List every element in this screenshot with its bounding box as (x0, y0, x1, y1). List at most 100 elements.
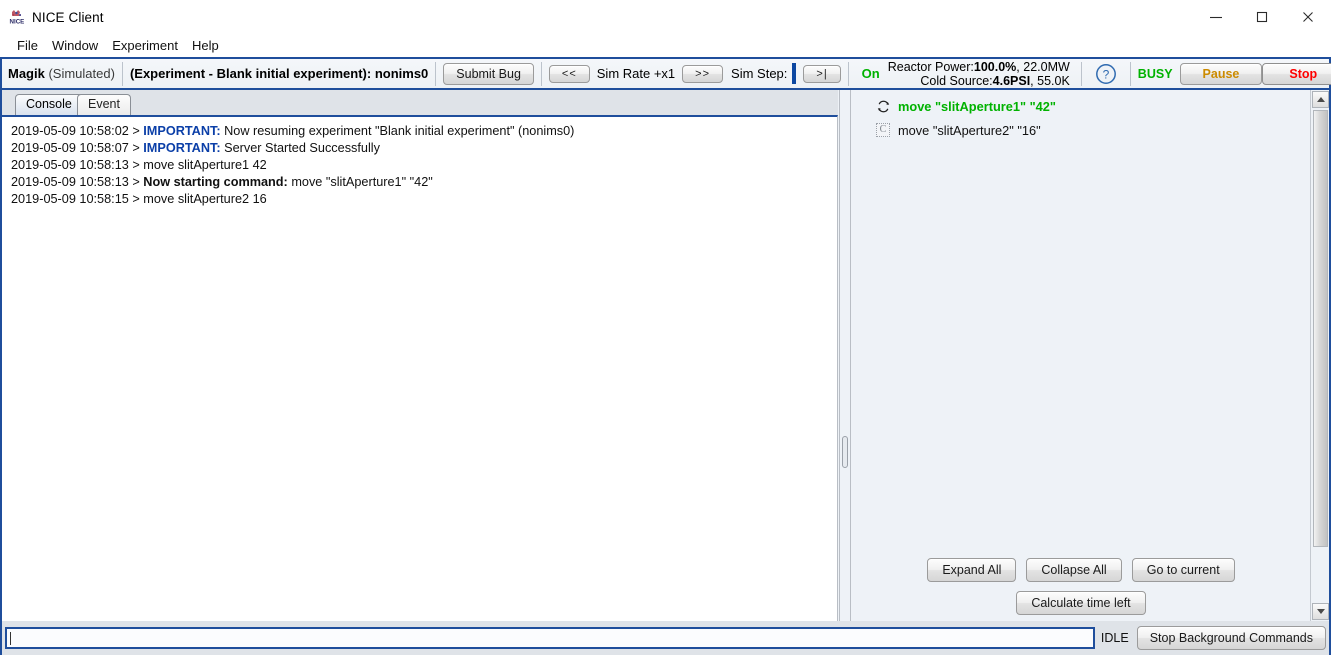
menu-item-experiment[interactable]: Experiment (105, 36, 185, 55)
console-output[interactable]: 2019-05-09 10:58:02 > IMPORTANT: Now res… (2, 115, 838, 621)
nice-logo-icon: NICE (8, 9, 25, 26)
queue-item-label: move "slitAperture2" "16" (898, 122, 1041, 138)
busy-status: BUSY (1137, 66, 1173, 81)
svg-text:NICE: NICE (10, 18, 25, 25)
sim-step-next-button[interactable]: >| (803, 64, 841, 83)
log-timestamp: 2019-05-09 10:58:07 > (11, 141, 140, 155)
cold-source-value: 4.6PSI (992, 73, 1031, 88)
menu-bar: File Window Experiment Help (0, 34, 1331, 57)
tab-event[interactable]: Event (77, 94, 131, 115)
reactor-power-extra: , 22.0MW (1016, 59, 1070, 74)
submit-bug-button[interactable]: Submit Bug (443, 62, 534, 85)
sim-rate-increase-button[interactable]: >> (682, 64, 724, 83)
menu-item-help[interactable]: Help (185, 36, 226, 55)
toolbar: Magik (Simulated) (Experiment - Blank in… (2, 59, 1331, 90)
instrument-mode: (Simulated) (48, 66, 115, 81)
calculate-time-left-button[interactable]: Calculate time left (1016, 591, 1146, 615)
svg-text:?: ? (1102, 67, 1109, 81)
command-c-icon: C (876, 122, 891, 138)
sim-rate-decrease-button[interactable]: << (548, 64, 590, 83)
queue-scrollbar[interactable] (1310, 90, 1329, 621)
queue-button-row-2: Calculate time left (852, 591, 1310, 615)
toolbar-divider-3 (540, 61, 542, 86)
collapse-all-button[interactable]: Collapse All (1026, 558, 1122, 582)
log-timestamp: 2019-05-09 10:58:13 > (11, 175, 140, 189)
reactor-readout: Reactor Power:100.0%, 22.0MW Cold Source… (884, 60, 1074, 88)
reactor-power-value: 100.0% (973, 59, 1017, 74)
queue-item-label: move "slitAperture1" "42" (898, 98, 1056, 114)
maximize-icon[interactable] (1239, 0, 1285, 34)
stop-background-commands-button[interactable]: Stop Background Commands (1136, 626, 1326, 650)
log-line: 2019-05-09 10:58:13 > Now starting comma… (11, 174, 837, 191)
help-icon[interactable]: ? (1095, 63, 1117, 85)
status-state-label: IDLE (1100, 631, 1129, 645)
menu-item-window[interactable]: Window (45, 36, 105, 55)
splitter-grip[interactable] (842, 436, 848, 468)
toolbar-divider-1 (121, 61, 123, 86)
reactor-on-indicator: On (861, 66, 880, 81)
log-message: Now resuming experiment "Blank initial e… (224, 124, 575, 138)
console-log: 2019-05-09 10:58:02 > IMPORTANT: Now res… (2, 117, 837, 208)
body-area: Console Event 2019-05-09 10:58:02 > IMPO… (2, 90, 1329, 621)
log-message: move "slitAperture1" "42" (291, 175, 433, 189)
nice-client-window: NICE NICE Client File Window Experiment … (0, 0, 1331, 655)
title-bar-left: NICE NICE Client (8, 0, 104, 34)
running-circular-arrows-icon (876, 99, 891, 114)
log-line: 2019-05-09 10:58:02 > IMPORTANT: Now res… (11, 123, 837, 140)
queue-item[interactable]: C move "slitAperture2" "16" (852, 118, 1310, 142)
window-title: NICE Client (32, 9, 104, 25)
command-queue-panel: move "slitAperture1" "42" C move "slitAp… (852, 90, 1310, 621)
queue-item[interactable]: move "slitAperture1" "42" (852, 94, 1310, 118)
log-tag: IMPORTANT: (143, 141, 221, 155)
sim-rate-label: Sim Rate +x1 (596, 66, 676, 81)
menu-item-file[interactable]: File (10, 36, 45, 55)
status-bar: IDLE Stop Background Commands (2, 621, 1329, 655)
log-line: 2019-05-09 10:58:15 > move slitAperture2… (11, 191, 837, 208)
log-message: move slitAperture1 42 (143, 158, 267, 172)
instrument-name: Magik (8, 66, 45, 81)
experiment-label: (Experiment - Blank initial experiment):… (129, 66, 429, 81)
stop-button[interactable]: Stop (1262, 62, 1331, 85)
window-controls (1193, 0, 1331, 34)
splitter-line-right (850, 90, 851, 621)
tab-console[interactable]: Console (15, 94, 83, 115)
log-timestamp: 2019-05-09 10:58:15 > (11, 192, 140, 206)
main-frame: Magik (Simulated) (Experiment - Blank in… (0, 57, 1331, 655)
command-input[interactable] (5, 627, 1095, 649)
queue-button-bar: Expand All Collapse All Go to current Ca… (852, 558, 1310, 615)
scroll-up-arrow-icon[interactable] (1312, 91, 1329, 108)
log-message: Server Started Successfully (224, 141, 380, 155)
toolbar-divider-2 (435, 61, 437, 86)
log-tag: Now starting command: (143, 175, 288, 189)
instrument-status: Magik (Simulated) (2, 66, 115, 81)
splitter-line-left (839, 90, 840, 621)
scrollbar-thumb[interactable] (1313, 110, 1328, 547)
text-caret (10, 632, 11, 645)
cold-source-line: Cold Source:4.6PSI, 55.0K (920, 74, 1069, 88)
toolbar-divider-6 (1129, 61, 1131, 86)
close-icon[interactable] (1285, 0, 1331, 34)
cold-source-label: Cold Source: (920, 73, 993, 88)
sim-step-input[interactable] (792, 63, 797, 84)
log-line: 2019-05-09 10:58:07 > IMPORTANT: Server … (11, 140, 837, 157)
reactor-power-line: Reactor Power:100.0%, 22.0MW (888, 60, 1070, 74)
minimize-icon[interactable] (1193, 0, 1239, 34)
log-timestamp: 2019-05-09 10:58:02 > (11, 124, 140, 138)
log-timestamp: 2019-05-09 10:58:13 > (11, 158, 140, 172)
toolbar-divider-5 (1080, 61, 1082, 86)
go-to-current-button[interactable]: Go to current (1131, 558, 1235, 582)
scroll-down-arrow-icon[interactable] (1312, 603, 1329, 620)
pause-button[interactable]: Pause (1179, 62, 1263, 85)
sim-step-label: Sim Step: (731, 66, 788, 81)
log-line: 2019-05-09 10:58:13 > move slitAperture1… (11, 157, 837, 174)
command-queue-list: move "slitAperture1" "42" C move "slitAp… (852, 94, 1310, 142)
console-tabstrip: Console Event (2, 90, 838, 115)
reactor-power-label: Reactor Power: (887, 59, 974, 74)
console-panel: Console Event 2019-05-09 10:58:02 > IMPO… (2, 90, 838, 621)
toolbar-divider-4 (847, 61, 849, 86)
cold-source-extra: , 55.0K (1030, 73, 1070, 88)
expand-all-button[interactable]: Expand All (927, 558, 1017, 582)
queue-button-row-1: Expand All Collapse All Go to current (852, 558, 1310, 582)
panel-splitter[interactable] (838, 90, 852, 621)
log-tag: IMPORTANT: (143, 124, 221, 138)
